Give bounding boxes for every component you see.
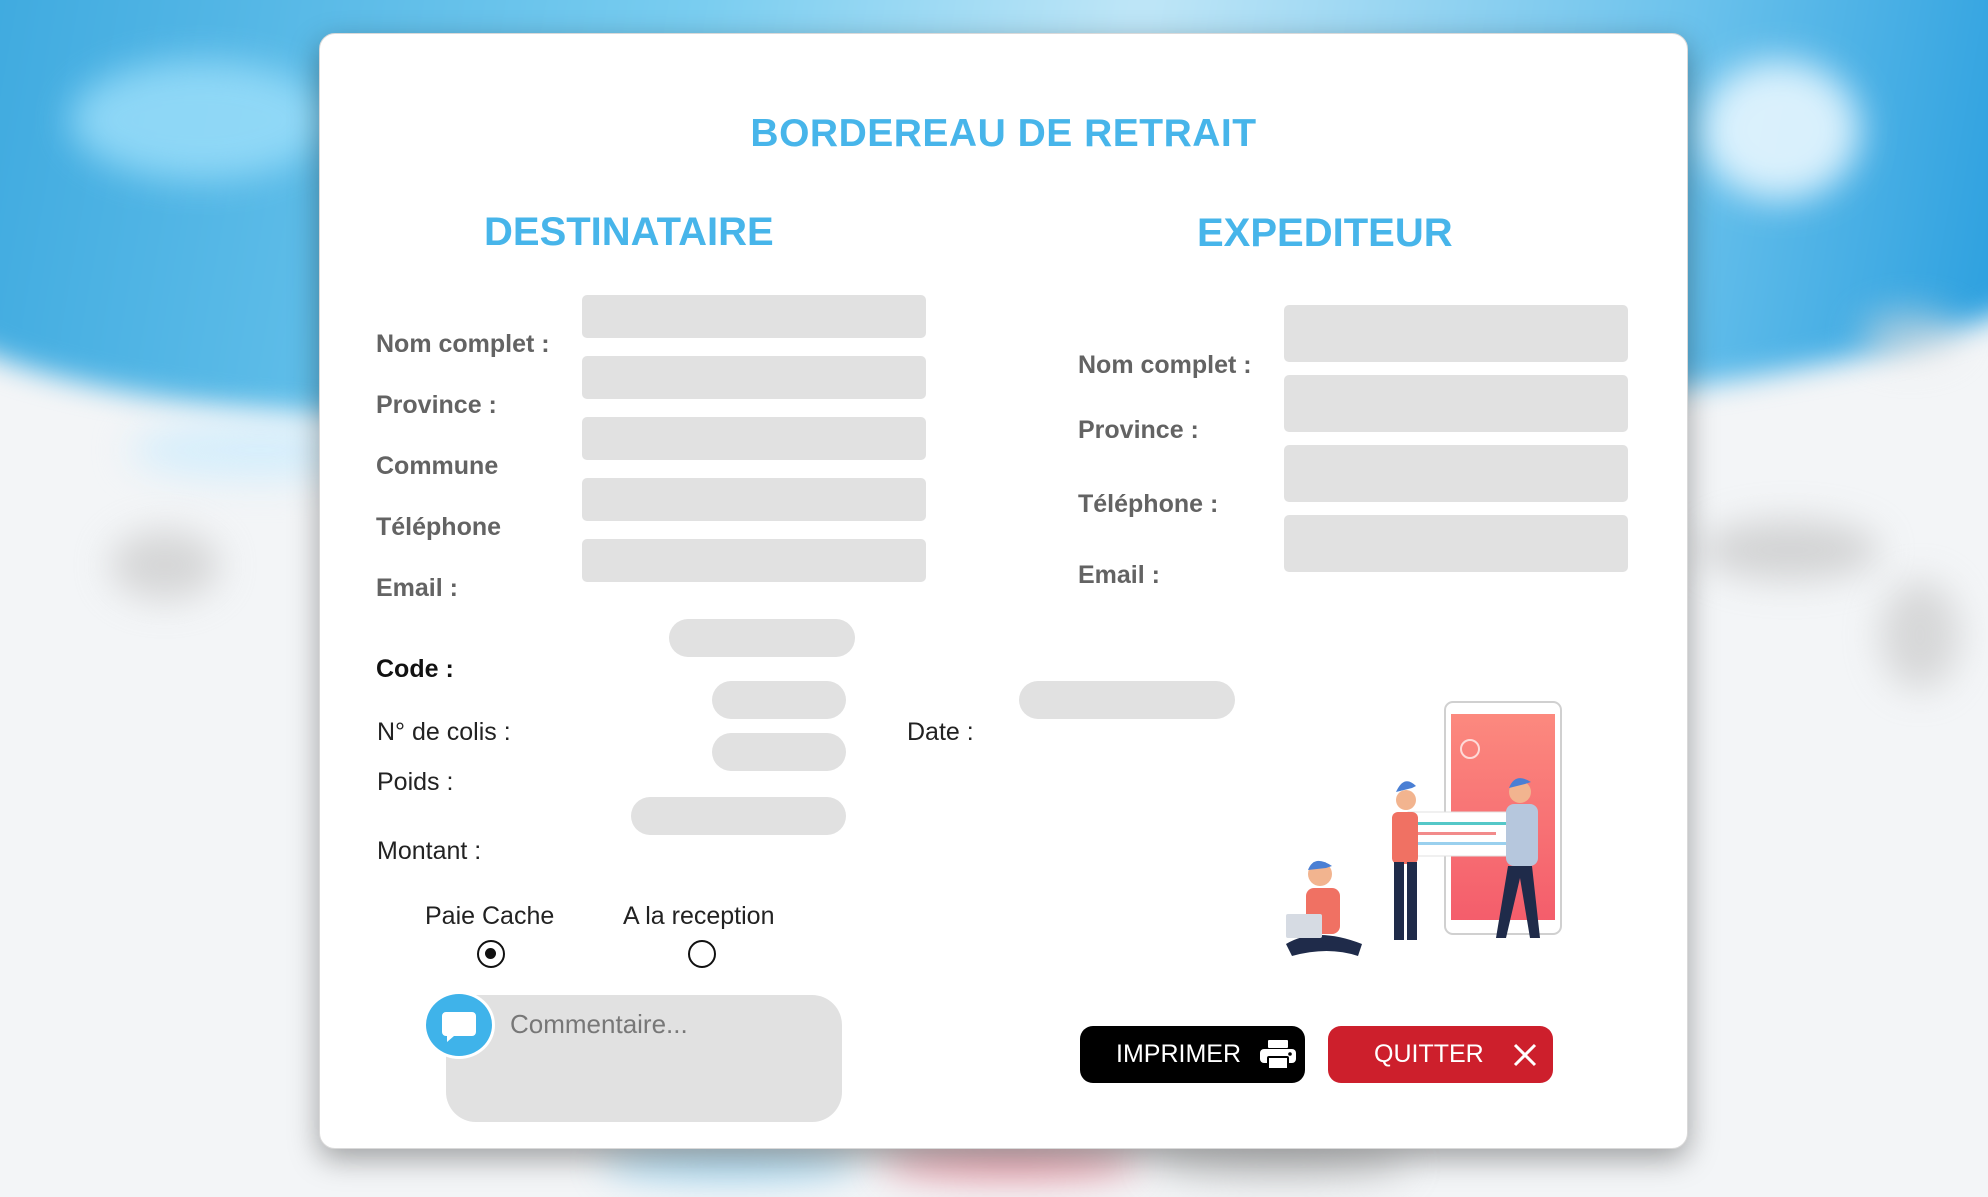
- modal-title: BORDEREAU DE RETRAIT: [750, 112, 1257, 155]
- recipient-commune-label: Commune: [376, 452, 499, 480]
- sender-name-label: Nom complet :: [1078, 351, 1252, 379]
- team-illustration: [1286, 701, 1562, 956]
- recipient-province-input[interactable]: [582, 356, 926, 399]
- weight-input[interactable]: [712, 733, 846, 771]
- chat-button[interactable]: [423, 991, 495, 1059]
- sender-phone-input[interactable]: [1284, 445, 1628, 502]
- print-button-label: IMPRIMER: [1116, 1040, 1241, 1068]
- sender-province-input[interactable]: [1284, 375, 1628, 432]
- chat-bubble-icon: [442, 1012, 476, 1042]
- date-label: Date :: [907, 718, 974, 746]
- payment-option-reception-label: A la reception: [623, 902, 775, 930]
- recipient-phone-label: Téléphone: [376, 513, 502, 541]
- sender-email-label: Email :: [1078, 561, 1160, 589]
- amount-input[interactable]: [631, 797, 846, 835]
- printer-icon: [1260, 1039, 1296, 1070]
- recipient-commune-input[interactable]: [582, 417, 926, 460]
- payment-option-reception-radio[interactable]: [688, 940, 716, 968]
- package-number-input[interactable]: [712, 681, 846, 719]
- sender-name-input[interactable]: [1284, 305, 1628, 362]
- quit-button[interactable]: QUITTER: [1328, 1026, 1553, 1083]
- recipient-name-input[interactable]: [582, 295, 926, 338]
- code-input[interactable]: [669, 619, 855, 657]
- print-button[interactable]: IMPRIMER: [1080, 1026, 1305, 1083]
- payment-option-cash-radio[interactable]: [477, 940, 505, 968]
- recipient-phone-input[interactable]: [582, 478, 926, 521]
- recipient-province-label: Province :: [376, 391, 497, 419]
- sender-province-label: Province :: [1078, 416, 1199, 444]
- recipient-heading: DESTINATAIRE: [484, 210, 774, 254]
- code-label: Code :: [376, 655, 454, 683]
- sender-email-input[interactable]: [1284, 515, 1628, 572]
- package-number-label: N° de colis :: [377, 718, 511, 746]
- quit-button-label: QUITTER: [1374, 1040, 1484, 1068]
- withdrawal-slip-modal: BORDEREAU DE RETRAIT DESTINATAIRE Nom co…: [319, 33, 1688, 1149]
- weight-label: Poids :: [377, 768, 454, 796]
- amount-label: Montant :: [377, 837, 482, 865]
- sender-phone-label: Téléphone :: [1078, 490, 1219, 518]
- recipient-email-input[interactable]: [582, 539, 926, 582]
- comment-placeholder: Commentaire...: [510, 1009, 688, 1039]
- close-icon: [1513, 1043, 1536, 1066]
- sender-heading: EXPEDITEUR: [1197, 211, 1453, 255]
- payment-option-cash-label: Paie Cache: [425, 902, 555, 930]
- date-input[interactable]: [1019, 681, 1235, 719]
- recipient-name-label: Nom complet :: [376, 330, 550, 358]
- recipient-email-label: Email :: [376, 574, 458, 602]
